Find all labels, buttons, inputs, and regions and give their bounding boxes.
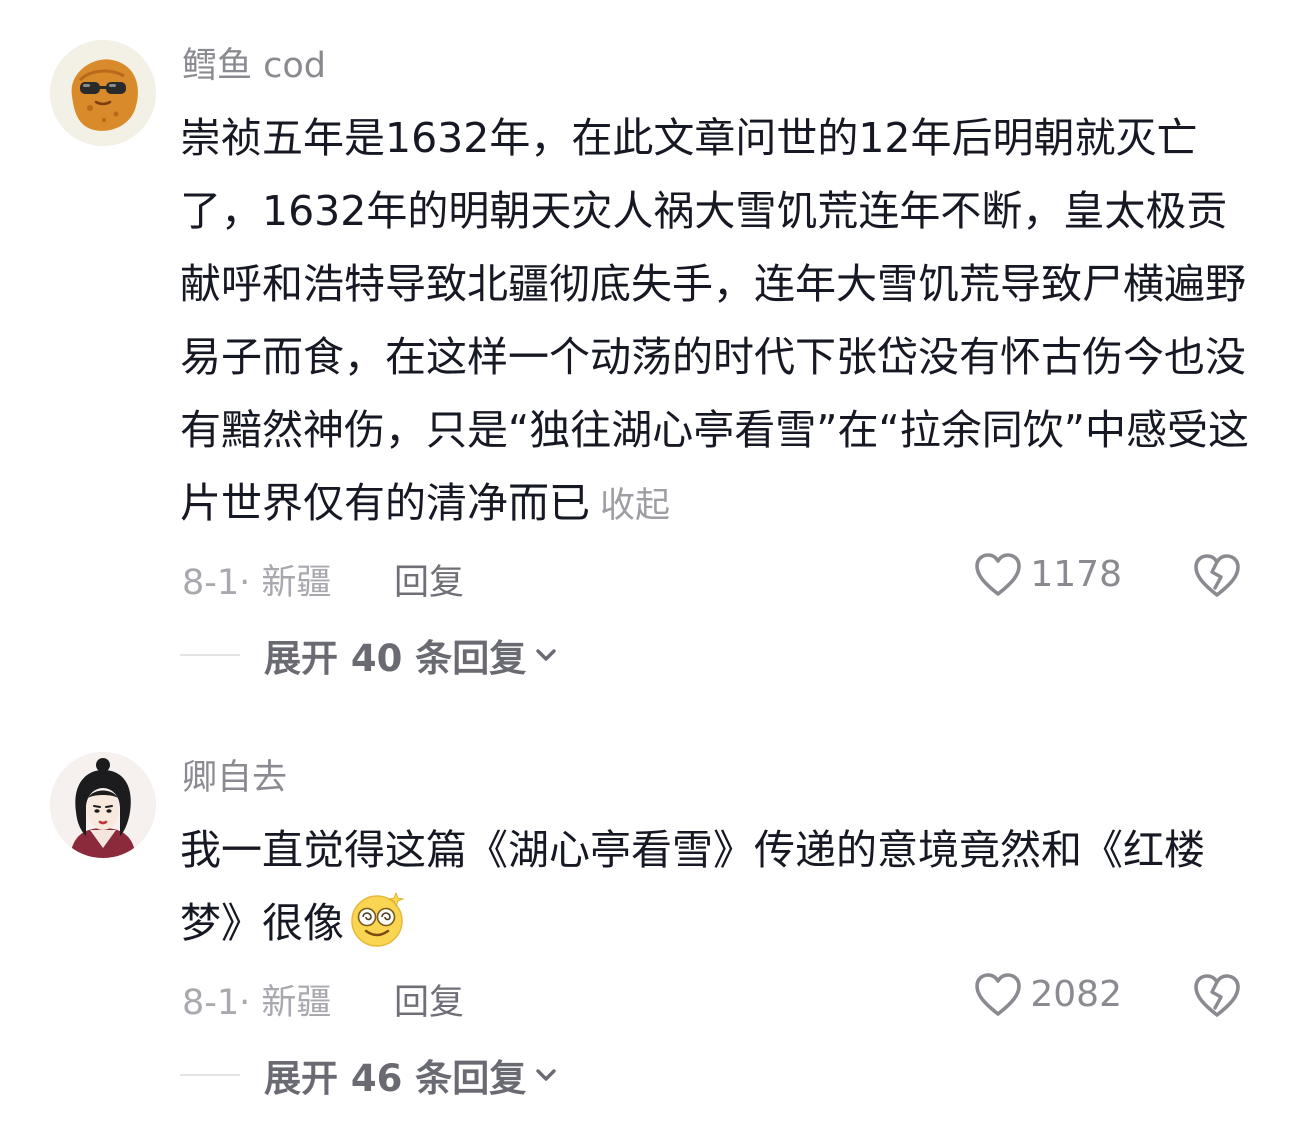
comment-text: 崇祯五年是1632年，在此文章问世的12年后明朝就灭亡了，1632年的明朝天灾人… bbox=[180, 102, 1250, 543]
avatar[interactable] bbox=[50, 40, 156, 146]
date-location: 8-1· 新疆 bbox=[182, 983, 332, 1023]
heart-icon bbox=[975, 973, 1022, 1016]
reply-button[interactable]: 回复 bbox=[394, 554, 464, 605]
like-button[interactable]: 1178 bbox=[974, 550, 1122, 600]
comment-meta: 8-1· 新疆 回复 1178 bbox=[182, 548, 1252, 603]
expand-replies: 展开 46 条回复 bbox=[180, 1050, 780, 1100]
reply-button[interactable]: 回复 bbox=[394, 974, 464, 1025]
expand-replies-label: 展开 46 条回复 bbox=[264, 1057, 527, 1100]
broken-heart-icon[interactable] bbox=[1192, 970, 1242, 1020]
heart-icon bbox=[975, 553, 1022, 596]
comment-text: 我一直觉得这篇《湖心亭看雪》传递的意境竟然和《红楼梦》很像 bbox=[180, 814, 1250, 960]
dizzy-smile-emoji-icon bbox=[351, 891, 405, 947]
avatar[interactable] bbox=[50, 752, 156, 858]
comment-body: 崇祯五年是1632年，在此文章问世的12年后明朝就灭亡了，1632年的明朝天灾人… bbox=[180, 114, 1249, 527]
divider bbox=[180, 1074, 240, 1076]
expand-replies: 展开 40 条回复 bbox=[180, 630, 780, 680]
username[interactable]: 鳕鱼 cod bbox=[182, 44, 326, 88]
like-count: 2082 bbox=[1030, 974, 1122, 1015]
expand-replies-label: 展开 40 条回复 bbox=[264, 637, 527, 680]
expand-replies-button[interactable]: 展开 40 条回复 bbox=[264, 630, 560, 680]
collapse-link[interactable]: 收起 bbox=[600, 486, 670, 526]
comment-body: 我一直觉得这篇《湖心亭看雪》传递的意境竟然和《红楼梦》很像 bbox=[180, 826, 1205, 947]
date-location: 8-1· 新疆 bbox=[182, 563, 332, 603]
chevron-down-icon bbox=[536, 1069, 556, 1081]
like-count: 1178 bbox=[1030, 554, 1122, 595]
broken-heart-icon[interactable] bbox=[1192, 550, 1242, 600]
username[interactable]: 卿自去 bbox=[182, 756, 287, 800]
like-button[interactable]: 2082 bbox=[974, 970, 1122, 1020]
ink-portrait-avatar-icon bbox=[50, 752, 156, 858]
chevron-down-icon bbox=[536, 649, 556, 661]
comment-meta: 8-1· 新疆 回复 2082 bbox=[182, 968, 1252, 1023]
divider bbox=[180, 654, 240, 656]
expand-replies-button[interactable]: 展开 46 条回复 bbox=[264, 1050, 560, 1100]
sunglasses-nugget-avatar-icon bbox=[50, 40, 156, 146]
